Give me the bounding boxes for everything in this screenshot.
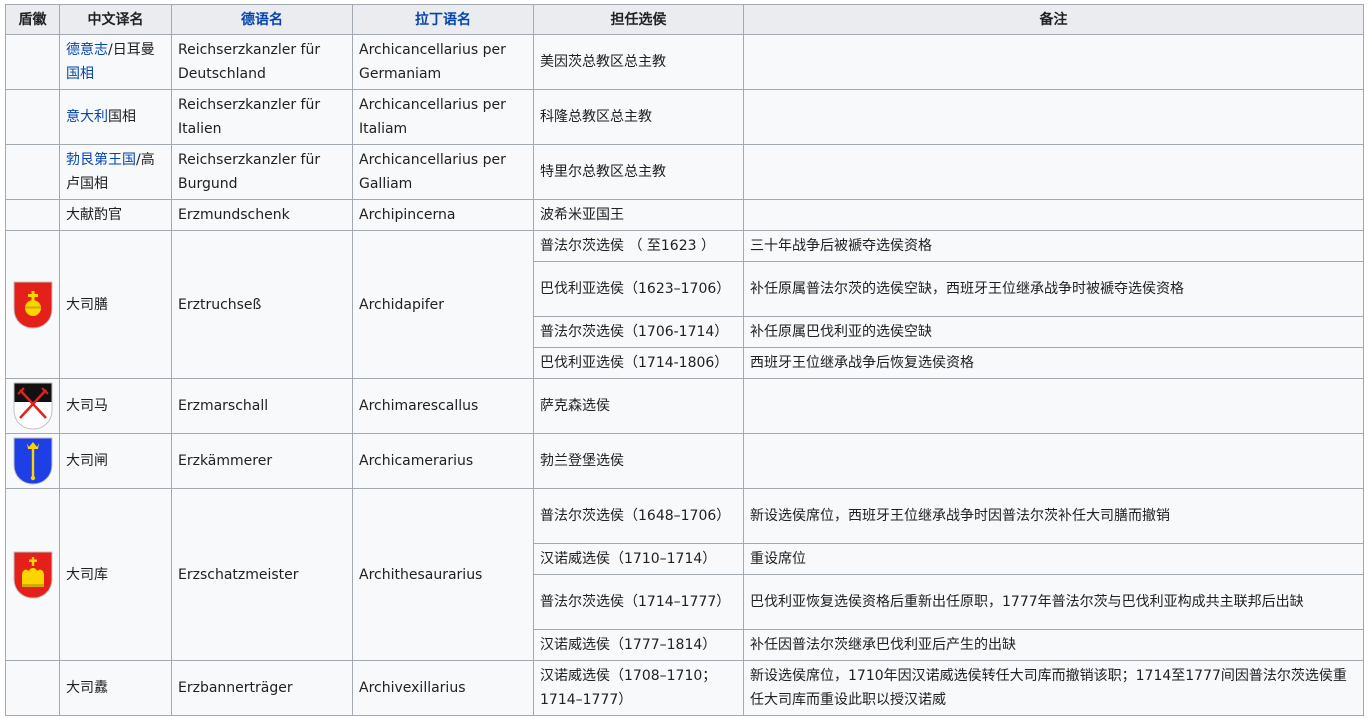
table-row: 大司纛 Erzbannerträger Archivexillarius 汉诺威… (5, 660, 1364, 716)
latin-name-cell: Archicamerarius (352, 433, 534, 489)
german-name-cell: Reichserzkanzler für Italien (171, 89, 353, 145)
latin-name-cell: Archipincerna (352, 199, 534, 231)
chinese-name-cell: 大司纛 (59, 660, 172, 716)
chinese-name-cell: 德意志/日耳曼国相 (59, 34, 172, 90)
holder-cell: 美因茨总教区总主教 (533, 34, 744, 90)
header-holder: 担任选侯 (533, 4, 744, 35)
imperial-orb-shield-icon (13, 281, 52, 329)
coa-cell (5, 378, 60, 434)
holder-cell: 汉诺威选侯（1710–1714） (533, 543, 744, 575)
german-name-cell: Erzschatzmeister (171, 488, 353, 661)
link-burgundy[interactable]: 勃艮第王国 (66, 152, 136, 168)
latin-name-cell: Archicancellarius per Germaniam (352, 34, 534, 90)
german-name-cell: Erztruchseß (171, 230, 353, 379)
chinese-name-cell: 大献酌官 (59, 199, 172, 231)
latin-name-cell: Archimarescallus (352, 378, 534, 434)
holder-cell: 普法尔茨选侯（1706-1714） (533, 316, 744, 348)
holder-cell: 波希米亚国王 (533, 199, 744, 231)
table-row: 大司膳 Erztruchseß Archidapifer 普法尔茨选侯 （ 至1… (5, 230, 1364, 379)
notes-cell: 补任因普法尔茨继承巴伐利亚后产生的出缺 (743, 629, 1364, 661)
crossed-swords-shield-icon (13, 382, 52, 430)
coa-cell (5, 199, 60, 231)
link-italy[interactable]: 意大利 (66, 109, 108, 125)
latin-name-cell: Archicancellarius per Galliam (352, 144, 534, 200)
holder-cell: 普法尔茨选侯 （ 至1623 ） (533, 230, 744, 262)
table-row: 大司闸 Erzkämmerer Archicamerarius 勃兰登堡选侯 (5, 433, 1364, 489)
coa-cell (5, 144, 60, 200)
notes-cell: 补任原属普法尔茨的选侯空缺，西班牙王位继承战争时被褫夺选侯资格 (743, 261, 1364, 317)
table-row: 大献酌官 Erzmundschenk Archipincerna 波希米亚国王 (5, 199, 1364, 231)
holder-cell: 勃兰登堡选侯 (533, 433, 744, 489)
chinese-name-text: /日耳曼 (108, 42, 155, 58)
coa-cell (5, 488, 60, 661)
header-coa: 盾徽 (5, 4, 60, 35)
latin-name-cell: Archidapifer (352, 230, 534, 379)
coa-cell (5, 230, 60, 379)
chinese-name-cell: 大司膳 (59, 230, 172, 379)
holder-cell: 巴伐利亚选侯（1623–1706） (533, 261, 744, 317)
table-row: 勃艮第王国/高卢国相 Reichserzkanzler für Burgund … (5, 144, 1364, 200)
coa-cell (5, 660, 60, 716)
notes-cell: 重设席位 (743, 543, 1364, 575)
table-row: 德意志/日耳曼国相 Reichserzkanzler für Deutschla… (5, 34, 1364, 90)
header-row: 盾徽 中文译名 德语名 拉丁语名 担任选侯 备注 (5, 4, 1364, 35)
chinese-name-cell: 大司马 (59, 378, 172, 434)
holder-cell: 汉诺威选侯（1777–1814） (533, 629, 744, 661)
chinese-name-text: 国相 (108, 109, 136, 125)
german-name-cell: Erzbannerträger (171, 660, 353, 716)
coa-cell (5, 433, 60, 489)
table-row: 大司马 Erzmarschall Archimarescallus 萨克森选侯 (5, 378, 1364, 434)
chinese-name-cell: 意大利国相 (59, 89, 172, 145)
notes-cell: 西班牙王位继承战争后恢复选侯资格 (743, 347, 1364, 379)
scepter-shield-icon (13, 437, 52, 485)
chinese-name-cell: 大司闸 (59, 433, 172, 489)
header-chinese-name: 中文译名 (59, 4, 172, 35)
coa-cell (5, 89, 60, 145)
chinese-name-cell: 大司库 (59, 488, 172, 661)
german-name-cell: Reichserzkanzler für Deutschland (171, 34, 353, 90)
notes-cell (743, 378, 1364, 434)
latin-name-cell: Archicancellarius per Italiam (352, 89, 534, 145)
notes-cell (743, 89, 1364, 145)
german-name-cell: Erzmundschenk (171, 199, 353, 231)
holder-cell: 汉诺威选侯（1708–1710；1714–1777） (533, 660, 744, 716)
notes-cell: 巴伐利亚恢复选侯资格后重新出任原职，1777年普法尔茨与巴伐利亚构成共主联邦后出… (743, 574, 1364, 630)
holder-cell: 巴伐利亚选侯（1714-1806） (533, 347, 744, 379)
link-germany[interactable]: 德意志 (66, 42, 108, 58)
crown-shield-icon (13, 551, 52, 599)
notes-cell (743, 433, 1364, 489)
notes-cell (743, 199, 1364, 231)
link-chancellor[interactable]: 国相 (66, 66, 94, 82)
notes-cell: 三十年战争后被褫夺选侯资格 (743, 230, 1364, 262)
notes-cell: 新设选侯席位，1710年因汉诺威选侯转任大司库而撤销该职；1714至1777间因… (743, 660, 1364, 716)
latin-name-cell: Archithesaurarius (352, 488, 534, 661)
notes-cell (743, 34, 1364, 90)
chinese-name-cell: 勃艮第王国/高卢国相 (59, 144, 172, 200)
notes-cell: 补任原属巴伐利亚的选侯空缺 (743, 316, 1364, 348)
coa-cell (5, 34, 60, 90)
holder-cell: 萨克森选侯 (533, 378, 744, 434)
latin-name-cell: Archivexillarius (352, 660, 534, 716)
table-row: 意大利国相 Reichserzkanzler für Italien Archi… (5, 89, 1364, 145)
notes-cell (743, 144, 1364, 200)
table-row: 大司库 Erzschatzmeister Archithesaurarius 普… (5, 488, 1364, 661)
electors-offices-table: 盾徽 中文译名 德语名 拉丁语名 担任选侯 备注 德意志/日耳曼国相 Reich… (5, 4, 1364, 716)
header-german-name[interactable]: 德语名 (171, 4, 353, 35)
german-name-cell: Erzkämmerer (171, 433, 353, 489)
notes-cell: 新设选侯席位，西班牙王位继承战争时因普法尔茨补任大司膳而撤销 (743, 488, 1364, 544)
german-name-cell: Reichserzkanzler für Burgund (171, 144, 353, 200)
holder-cell: 普法尔茨选侯（1648–1706） (533, 488, 744, 544)
header-notes: 备注 (743, 4, 1364, 35)
holder-cell: 普法尔茨选侯（1714–1777） (533, 574, 744, 630)
german-name-cell: Erzmarschall (171, 378, 353, 434)
holder-cell: 科隆总教区总主教 (533, 89, 744, 145)
header-latin-name[interactable]: 拉丁语名 (352, 4, 534, 35)
holder-cell: 特里尔总教区总主教 (533, 144, 744, 200)
